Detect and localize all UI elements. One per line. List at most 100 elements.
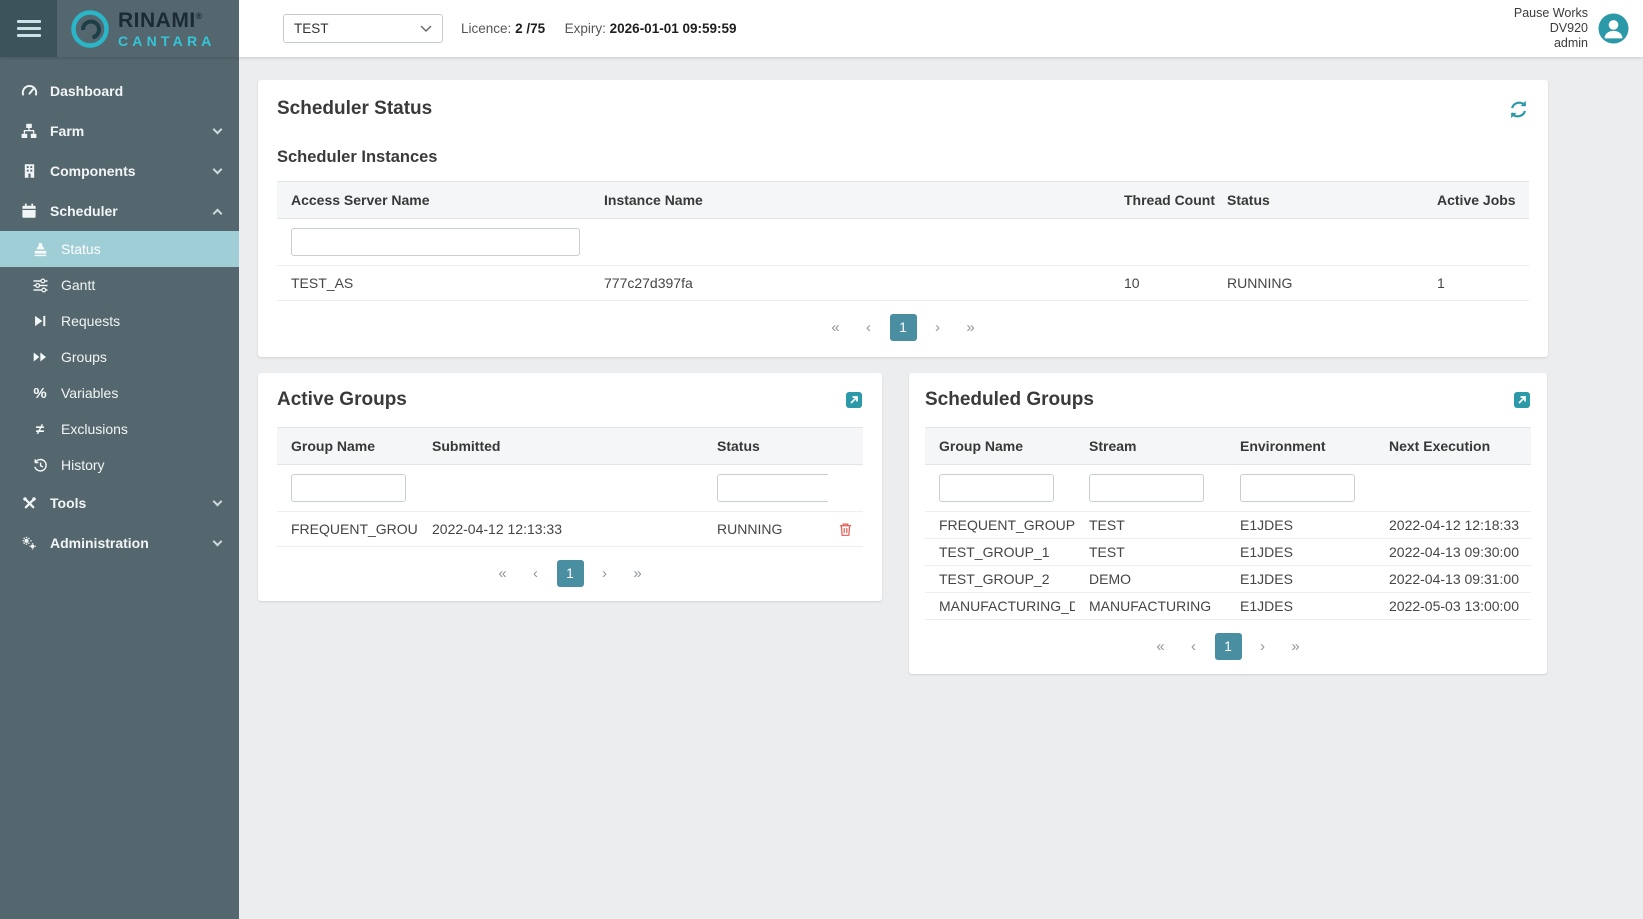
cell-group: FREQUENT_GROUP — [925, 512, 1075, 539]
stream-filter-input[interactable] — [1089, 474, 1204, 502]
sidebar-item-variables[interactable]: % Variables — [0, 375, 239, 411]
pause-works-link[interactable]: Pause Works — [1514, 6, 1588, 21]
access-server-filter-input[interactable] — [291, 228, 580, 256]
chevron-down-icon — [213, 124, 223, 134]
open-active-groups-button[interactable] — [845, 391, 863, 409]
sidebar-item-gantt[interactable]: Gantt — [0, 267, 239, 303]
environment-selected-value: TEST — [294, 21, 329, 36]
sidebar-item-requests[interactable]: Requests — [0, 303, 239, 339]
chevron-down-icon — [213, 536, 223, 546]
col-stream: Stream — [1075, 428, 1226, 465]
sidebar-item-history[interactable]: History — [0, 447, 239, 483]
step-forward-icon — [32, 313, 48, 329]
col-submitted: Submitted — [418, 428, 703, 465]
sidebar-item-label: Components — [50, 163, 136, 179]
pagination-prev-button[interactable]: ‹ — [524, 561, 548, 587]
chevron-down-icon — [420, 25, 432, 33]
status-filter-input[interactable] — [717, 474, 828, 502]
group-name-filter-input[interactable] — [291, 474, 406, 502]
hamburger-menu-button[interactable] — [0, 0, 57, 57]
pagination-page-1-button[interactable]: 1 — [1215, 633, 1242, 660]
sidebar: Dashboard Farm Components Scheduler Stat… — [0, 57, 239, 919]
sidebar-item-farm[interactable]: Farm — [0, 111, 239, 151]
scheduler-instances-table: Access Server Name Instance Name Thread … — [277, 181, 1529, 301]
pagination-last-button[interactable]: » — [626, 561, 650, 587]
registered-mark: ® — [196, 11, 203, 21]
pagination-prev-button[interactable]: ‹ — [1182, 634, 1206, 660]
cell-next-execution: 2022-04-13 09:30:00 — [1375, 539, 1531, 566]
sidebar-item-scheduler[interactable]: Scheduler — [0, 191, 239, 231]
table-row[interactable]: FREQUENT_GROUP TEST E1JDES 2022-04-12 12… — [925, 512, 1531, 539]
cell-instance: 777c27d397fa — [590, 266, 1110, 301]
pagination-page-1-button[interactable]: 1 — [890, 314, 917, 341]
stamp-icon — [32, 241, 48, 257]
open-scheduled-groups-button[interactable] — [1513, 391, 1531, 409]
pagination-next-button[interactable]: › — [1251, 634, 1275, 660]
cell-stream: TEST — [1075, 539, 1226, 566]
instance-label: DV920 — [1514, 21, 1588, 36]
pagination-last-button[interactable]: » — [959, 315, 983, 341]
sidebar-item-dashboard[interactable]: Dashboard — [0, 71, 239, 111]
table-row[interactable]: TEST_GROUP_2 DEMO E1JDES 2022-04-13 09:3… — [925, 566, 1531, 593]
pagination-next-button[interactable]: › — [926, 315, 950, 341]
col-group-name: Group Name — [277, 428, 418, 465]
col-status: Status — [1213, 182, 1423, 219]
user-avatar-button[interactable] — [1598, 13, 1629, 44]
sidebar-item-groups[interactable]: Groups — [0, 339, 239, 375]
dashboard-icon — [20, 83, 38, 100]
percent-icon: % — [32, 385, 48, 401]
col-instance-name: Instance Name — [590, 182, 1110, 219]
sidebar-item-label: Dashboard — [50, 83, 123, 99]
col-status: Status — [703, 428, 828, 465]
pagination-next-button[interactable]: › — [593, 561, 617, 587]
pagination-page-1-button[interactable]: 1 — [557, 560, 584, 587]
sidebar-item-components[interactable]: Components — [0, 151, 239, 191]
sidebar-item-administration[interactable]: Administration — [0, 523, 239, 563]
sidebar-item-label: Exclusions — [61, 421, 128, 437]
table-row[interactable]: MANUFACTURING_DAY MANUFACTURING E1JDES 2… — [925, 593, 1531, 620]
cell-group: MANUFACTURING_DAY — [925, 593, 1075, 620]
calendar-icon — [20, 203, 38, 220]
col-next-execution: Next Execution — [1375, 428, 1531, 465]
delete-group-button[interactable] — [838, 522, 853, 537]
cell-group: TEST_GROUP_2 — [925, 566, 1075, 593]
pagination-prev-button[interactable]: ‹ — [857, 315, 881, 341]
cell-stream: MANUFACTURING — [1075, 593, 1226, 620]
environment-filter-input[interactable] — [1240, 474, 1355, 502]
licence-info: Licence: 2 /75 Expiry: 2026-01-01 09:59:… — [461, 21, 737, 36]
col-access-server-name: Access Server Name — [277, 182, 590, 219]
col-thread-count: Thread Count — [1110, 182, 1213, 219]
pagination-first-button[interactable]: « — [824, 315, 848, 341]
scheduled-groups-table: Group Name Stream Environment Next Execu… — [925, 427, 1531, 620]
sidebar-item-status[interactable]: Status — [0, 231, 239, 267]
cell-access-server: TEST_AS — [277, 266, 590, 301]
table-row[interactable]: FREQUENT_GROUP 2022-04-12 12:13:33 RUNNI… — [277, 512, 863, 547]
cell-group: TEST_GROUP_1 — [925, 539, 1075, 566]
pagination: « ‹ 1 › » — [277, 301, 1529, 351]
sidebar-item-label: Gantt — [61, 277, 95, 293]
scheduler-status-card: Scheduler Status Scheduler Instances Acc… — [258, 80, 1548, 357]
pagination-first-button[interactable]: « — [491, 561, 515, 587]
group-name-filter-input[interactable] — [939, 474, 1054, 502]
scheduled-groups-card: Scheduled Groups Group Name Stream Envir… — [909, 373, 1547, 674]
main-content: Scheduler Status Scheduler Instances Acc… — [239, 57, 1643, 919]
pagination-first-button[interactable]: « — [1149, 634, 1173, 660]
environment-select[interactable]: TEST — [283, 14, 443, 43]
chevron-down-icon — [213, 496, 223, 506]
cell-environment: E1JDES — [1226, 593, 1375, 620]
hamburger-icon — [17, 16, 41, 41]
cell-status: RUNNING — [1213, 266, 1423, 301]
refresh-button[interactable] — [1508, 99, 1529, 120]
sidebar-item-tools[interactable]: Tools — [0, 483, 239, 523]
sidebar-item-exclusions[interactable]: ≠ Exclusions — [0, 411, 239, 447]
table-row[interactable]: TEST_GROUP_1 TEST E1JDES 2022-04-13 09:3… — [925, 539, 1531, 566]
cell-group: FREQUENT_GROUP — [277, 512, 418, 547]
table-row[interactable]: TEST_AS 777c27d397fa 10 RUNNING 1 — [277, 266, 1529, 301]
filter-row — [925, 465, 1531, 512]
cell-next-execution: 2022-04-13 09:31:00 — [1375, 566, 1531, 593]
sidebar-item-label: History — [61, 457, 105, 473]
gears-icon — [20, 535, 38, 552]
cell-threads: 10 — [1110, 266, 1213, 301]
pagination-last-button[interactable]: » — [1284, 634, 1308, 660]
cell-stream: TEST — [1075, 512, 1226, 539]
